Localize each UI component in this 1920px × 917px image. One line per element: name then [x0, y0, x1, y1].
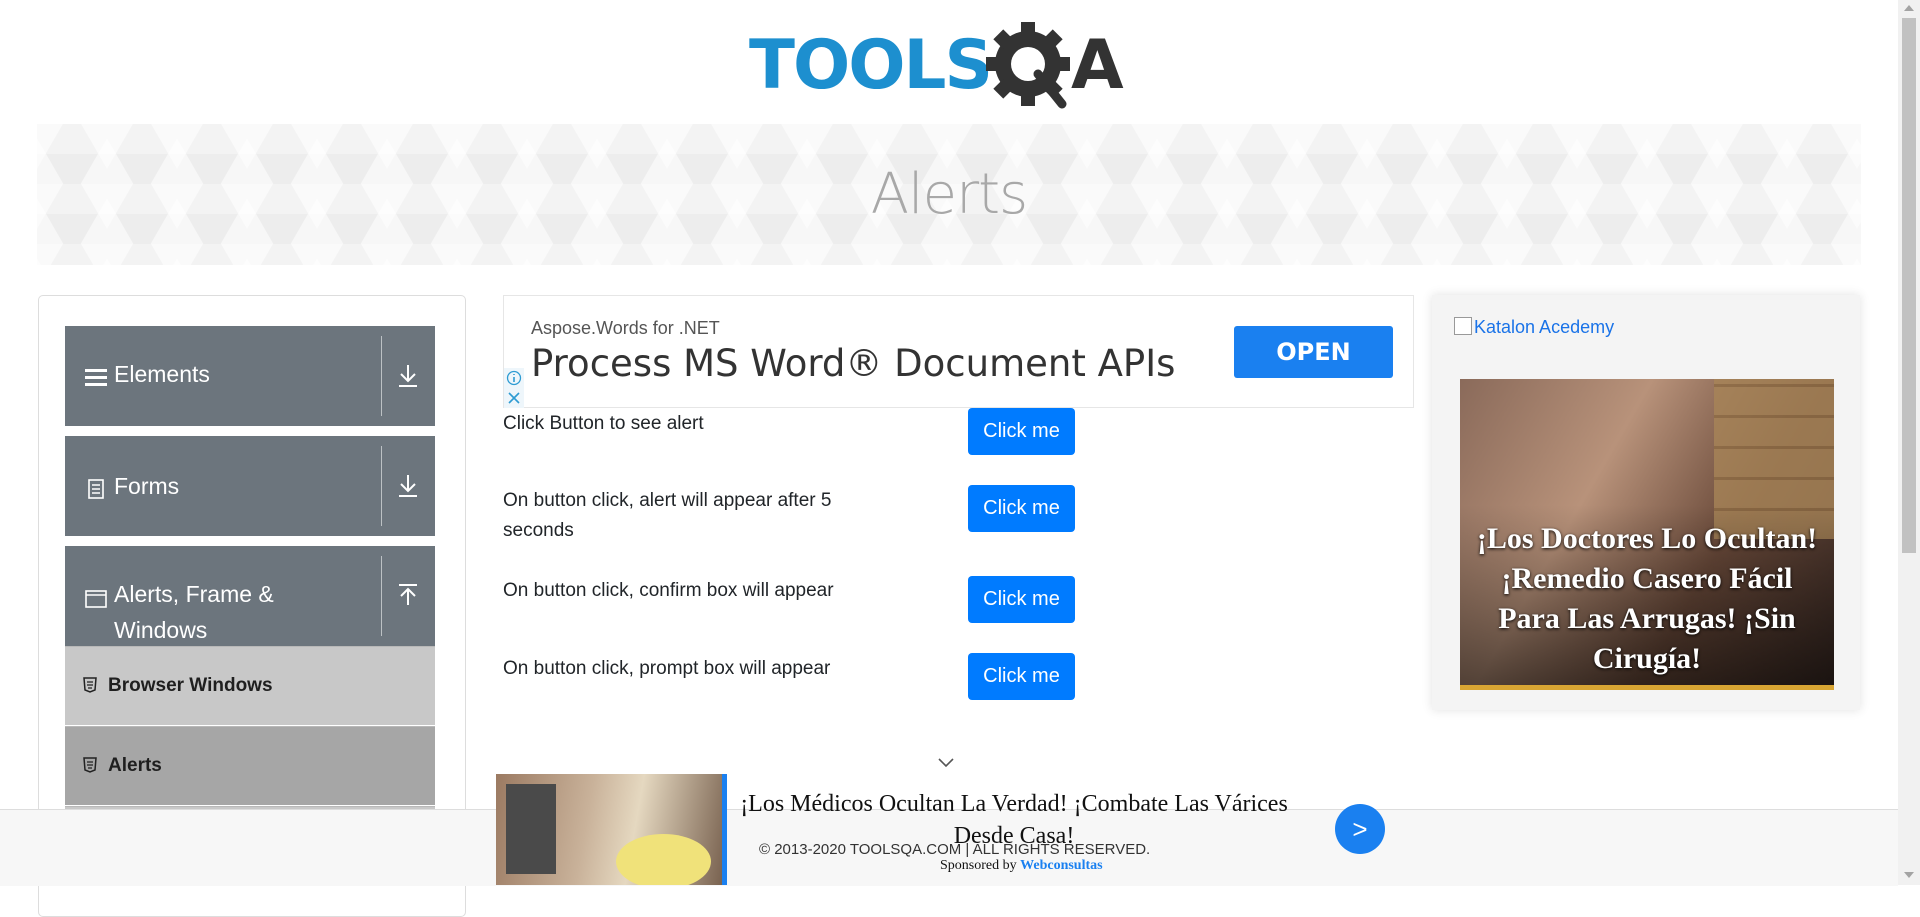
hamburger-icon — [85, 369, 107, 386]
sidebar-group-elements[interactable]: Elements — [65, 326, 435, 426]
sidebar-item-alerts[interactable]: Alerts — [65, 726, 435, 805]
ad-sponsor[interactable]: Sponsored by Webconsultas — [940, 858, 1103, 874]
ad-headline: Process MS Word® Document APIs — [531, 342, 1176, 385]
download-arrow-icon[interactable] — [391, 359, 425, 393]
katalon-link[interactable]: Katalon Acedemy — [1454, 317, 1614, 338]
timer-alert-row-label: On button click, alert will appear after… — [503, 490, 832, 541]
ad-close-icon[interactable] — [504, 388, 524, 408]
scrollbar-thumb[interactable] — [1902, 18, 1916, 553]
ad-sidebar-right[interactable]: Katalon Acedemy ¡Los Doctores Lo Ocultan… — [1432, 295, 1860, 710]
sponsor-link[interactable]: Webconsultas — [1020, 858, 1102, 873]
document-icon — [88, 479, 104, 499]
html5-icon — [83, 677, 97, 693]
ad-next-button[interactable]: > — [1335, 804, 1385, 854]
broken-image-icon — [1454, 317, 1472, 335]
timer-alert-button[interactable]: Click me — [968, 485, 1075, 532]
sidebar-item-label: Browser Windows — [108, 675, 273, 696]
page-scrollbar[interactable] — [1898, 0, 1920, 885]
scroll-down-icon[interactable] — [1904, 872, 1914, 878]
gear-icon — [986, 22, 1070, 109]
ad-brand: Aspose.Words for .NET — [531, 318, 720, 338]
sidebar-item-label: Alerts — [108, 755, 162, 776]
logo-text-qa: A — [1071, 26, 1124, 105]
ad-headline[interactable]: ¡Los Médicos Ocultan La Verdad! ¡Combate… — [734, 788, 1294, 852]
ad-info-icon[interactable] — [504, 368, 524, 388]
sidebar-group-label: Forms — [114, 473, 180, 499]
ad-headline: ¡Los Doctores Lo Ocultan! ¡Remedio Caser… — [1476, 522, 1818, 675]
alert-button[interactable]: Click me — [968, 408, 1075, 455]
alert-row-label: Click Button to see alert — [503, 413, 704, 434]
ad-image[interactable]: ¡Los Doctores Lo Ocultan! ¡Remedio Caser… — [1460, 379, 1834, 685]
prompt-button[interactable]: Click me — [968, 653, 1075, 700]
window-icon — [85, 590, 107, 608]
upload-arrow-icon[interactable] — [391, 579, 425, 613]
page-banner: Alerts — [37, 124, 1861, 265]
sidebar-item-browser-windows[interactable]: Browser Windows — [65, 646, 435, 725]
ad-banner-top[interactable]: Aspose.Words for .NET Process MS Word® D… — [503, 295, 1414, 408]
sidebar-group-label: Elements — [114, 361, 210, 387]
prompt-row-label: On button click, prompt box will appear — [503, 658, 831, 679]
chevron-down-icon[interactable] — [937, 757, 955, 769]
download-arrow-icon[interactable] — [391, 469, 425, 503]
html5-icon — [83, 757, 97, 773]
page-title: Alerts — [870, 162, 1028, 227]
toolsqa-logo[interactable]: TOOLS A — [749, 18, 1154, 113]
sidebar-group-forms[interactable]: Forms — [65, 436, 435, 536]
confirm-row-label: On button click, confirm box will appear — [503, 580, 834, 601]
confirm-button[interactable]: Click me — [968, 576, 1075, 623]
sidebar-group-label: Alerts, Frame & Windows — [114, 581, 274, 643]
logo-text-tools: TOOLS — [749, 26, 991, 105]
sidebar-group-alerts-frame-windows[interactable]: Alerts, Frame & Windows — [65, 546, 435, 646]
ad-open-button[interactable]: OPEN — [1234, 326, 1393, 378]
scroll-up-icon[interactable] — [1904, 5, 1914, 11]
ad-image[interactable] — [496, 774, 724, 885]
